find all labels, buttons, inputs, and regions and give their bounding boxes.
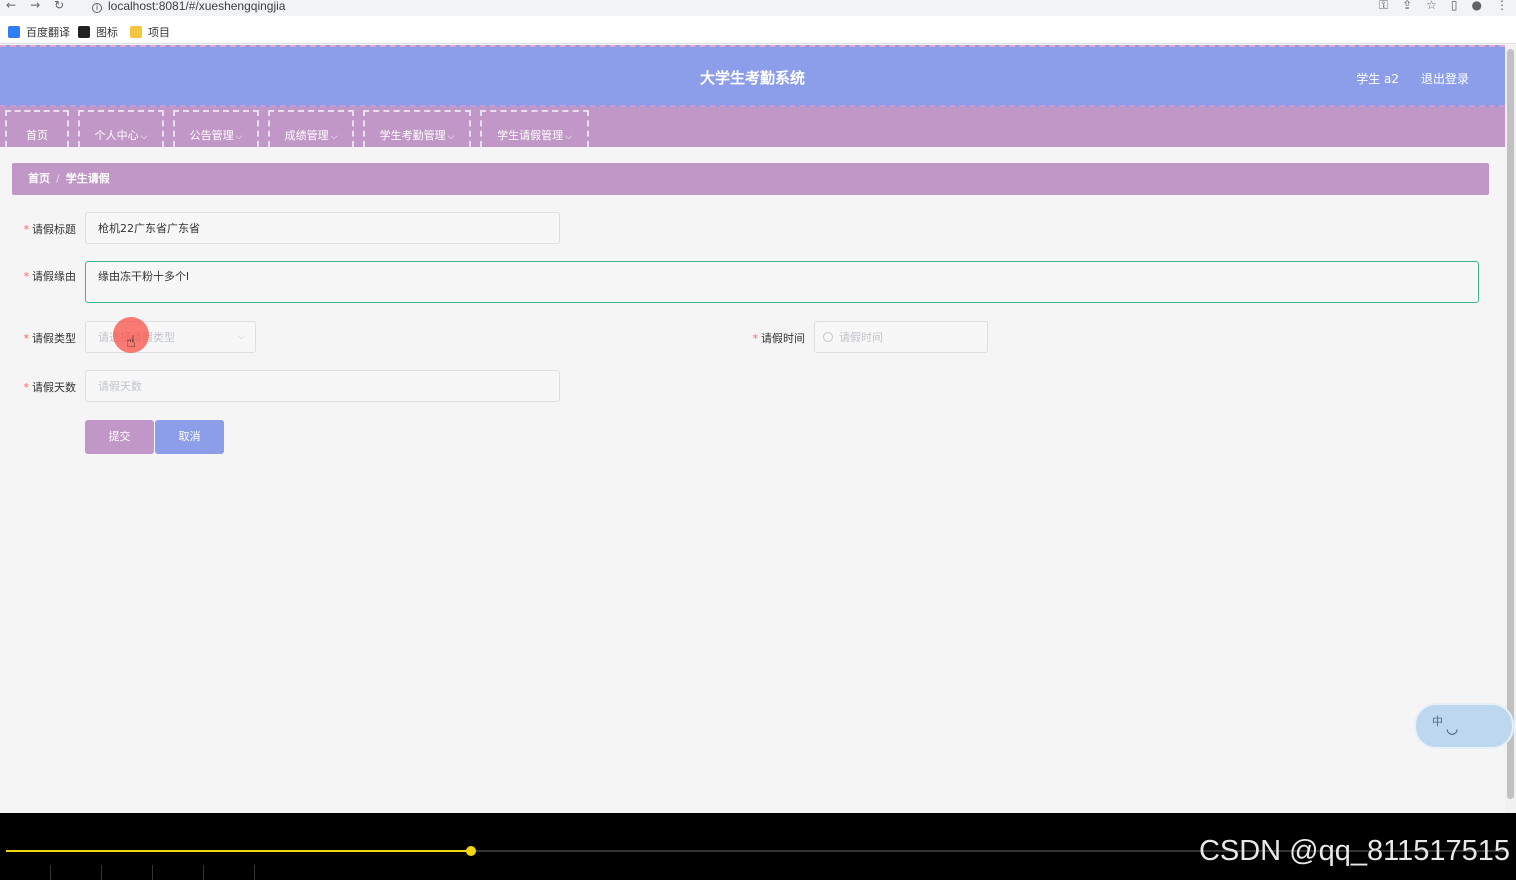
- cancel-button[interactable]: 取消: [155, 420, 224, 454]
- bookmark-project[interactable]: 项目: [130, 24, 170, 40]
- bookmarks-bar: 百度翻译 图标 项目: [0, 16, 1516, 44]
- chevron-down-icon: ⌵: [330, 132, 338, 142]
- app-title: 大学生考勤系统: [699, 69, 805, 87]
- required-mark: *: [23, 223, 30, 236]
- image-icon: [78, 26, 90, 38]
- menu-leave-management[interactable]: 学生请假管理 ⌵: [480, 110, 589, 147]
- browser-nav: ← → ↻: [6, 0, 78, 12]
- breadcrumb: 首页 / 学生请假: [12, 163, 1489, 195]
- menu-label: 公告管理: [189, 129, 234, 142]
- folder-icon: [130, 26, 142, 38]
- menu-personal-center[interactable]: 个人中心 ⌵: [78, 110, 164, 147]
- csdn-watermark: CSDN @qq_811517515: [1198, 835, 1510, 867]
- star-icon[interactable]: ☆: [1426, 0, 1437, 12]
- leave-time-picker[interactable]: 请假时间: [814, 321, 988, 353]
- submit-button[interactable]: 提交: [85, 420, 154, 454]
- label-text: 请假标题: [32, 223, 76, 236]
- breadcrumb-separator: /: [56, 172, 60, 185]
- scrollbar-thumb[interactable]: [1507, 49, 1514, 799]
- menu-label: 个人中心: [94, 129, 139, 142]
- chevron-down-icon: ⌵: [447, 132, 455, 142]
- video-player-bar: CSDN @qq_811517515: [0, 813, 1516, 880]
- progress-knob[interactable]: [466, 846, 476, 856]
- top-menu: 首页 个人中心 ⌵ 公告管理 ⌵ 成绩管理 ⌵ 学生考勤管理 ⌵ 学生请假管理 ⌵: [0, 107, 1505, 147]
- player-controls: [0, 865, 260, 880]
- menu-label: 首页: [26, 129, 48, 142]
- label-text: 请假缘由: [32, 270, 76, 283]
- hand-cursor-icon: ☝: [126, 332, 136, 351]
- leave-time-label: * 请假时间: [745, 330, 806, 346]
- input-value: 枪机22广东省广东省: [98, 222, 200, 235]
- leave-reason-textarea[interactable]: 缘由冻干粉十多个l: [85, 261, 1479, 303]
- player-control[interactable]: [204, 865, 255, 880]
- label-text: 请假类型: [32, 332, 76, 345]
- menu-label: 成绩管理: [284, 129, 329, 142]
- page-scrollbar[interactable]: [1505, 45, 1516, 813]
- required-mark: *: [23, 381, 30, 394]
- menu-grade-management[interactable]: 成绩管理 ⌵: [268, 110, 354, 147]
- ime-mascot-icon: ◡: [1446, 721, 1459, 737]
- menu-home[interactable]: 首页: [5, 110, 69, 147]
- site-info-icon[interactable]: i: [92, 3, 102, 13]
- chevron-down-icon: ⌵: [140, 132, 148, 142]
- back-icon[interactable]: ←: [6, 0, 16, 12]
- ime-language: 中: [1432, 715, 1443, 728]
- bookmark-label: 图标: [96, 27, 118, 39]
- app-header: 大学生考勤系统 学生 a2 退出登录: [0, 45, 1505, 107]
- menu-notice-management[interactable]: 公告管理 ⌵: [173, 110, 259, 147]
- browser-toolbar: ← → ↻ i localhost:8081/#/xueshengqingjia ⚿ ⇪…: [0, 0, 1516, 16]
- share-icon[interactable]: ⇪: [1402, 0, 1412, 12]
- sidebar-icon[interactable]: ▯: [1451, 0, 1458, 12]
- url-text: localhost:8081/#/xueshengqingjia: [108, 0, 286, 13]
- leave-title-label: * 请假标题: [16, 221, 77, 237]
- player-control[interactable]: [51, 865, 102, 880]
- label-text: 请假天数: [32, 381, 76, 394]
- address-bar[interactable]: i localhost:8081/#/xueshengqingjia: [92, 0, 285, 13]
- required-mark: *: [23, 270, 30, 283]
- bookmark-label: 百度翻译: [26, 27, 70, 39]
- translate-icon: [8, 26, 20, 38]
- player-control[interactable]: [102, 865, 153, 880]
- menu-label: 学生考勤管理: [379, 129, 446, 142]
- logout-link[interactable]: 退出登录: [1421, 70, 1469, 87]
- menu-label: 学生请假管理: [497, 129, 564, 142]
- leave-title-input[interactable]: 枪机22广东省广东省: [85, 212, 560, 244]
- clock-icon: [823, 332, 833, 342]
- textarea-value: 缘由冻干粉十多个l: [98, 270, 190, 283]
- breadcrumb-home[interactable]: 首页: [28, 172, 50, 185]
- leave-reason-label: * 请假缘由: [16, 268, 77, 284]
- menu-attendance-management[interactable]: 学生考勤管理 ⌵: [363, 110, 471, 147]
- chevron-down-icon: ⌵: [238, 332, 245, 342]
- key-icon[interactable]: ⚿: [1379, 0, 1388, 12]
- leave-days-label: * 请假天数: [16, 379, 77, 395]
- input-placeholder: 请假天数: [98, 380, 142, 393]
- bookmark-label: 项目: [148, 27, 170, 39]
- ime-widget[interactable]: 中 ◡: [1414, 703, 1514, 749]
- picker-placeholder: 请假时间: [839, 331, 883, 344]
- progress-played: [6, 850, 471, 852]
- app-page: 大学生考勤系统 学生 a2 退出登录 首页 个人中心 ⌵ 公告管理 ⌵ 成绩管理 ⌵ …: [0, 45, 1505, 813]
- chevron-down-icon: ⌵: [235, 132, 243, 142]
- leave-days-input[interactable]: 请假天数: [85, 370, 560, 402]
- required-mark: *: [23, 332, 30, 345]
- label-text: 请假时间: [761, 332, 805, 345]
- required-mark: *: [752, 332, 759, 345]
- browser-actions: ⚿ ⇪ ☆ ▯ ● ⋮: [1365, 0, 1508, 13]
- reload-icon[interactable]: ↻: [54, 0, 64, 12]
- more-icon[interactable]: ⋮: [1496, 0, 1508, 12]
- breadcrumb-current: 学生请假: [65, 172, 110, 185]
- profile-icon[interactable]: ●: [1472, 0, 1482, 12]
- bookmark-icons[interactable]: 图标: [78, 24, 118, 40]
- bookmark-baidu-translate[interactable]: 百度翻译: [8, 24, 70, 40]
- leave-type-select[interactable]: 请选择请假类型 ⌵: [85, 321, 256, 353]
- forward-icon[interactable]: →: [30, 0, 40, 12]
- player-control[interactable]: [153, 865, 204, 880]
- leave-type-label: * 请假类型: [16, 330, 77, 346]
- current-user: 学生 a2: [1356, 72, 1399, 86]
- player-control[interactable]: [0, 865, 51, 880]
- chevron-down-icon: ⌵: [565, 132, 572, 142]
